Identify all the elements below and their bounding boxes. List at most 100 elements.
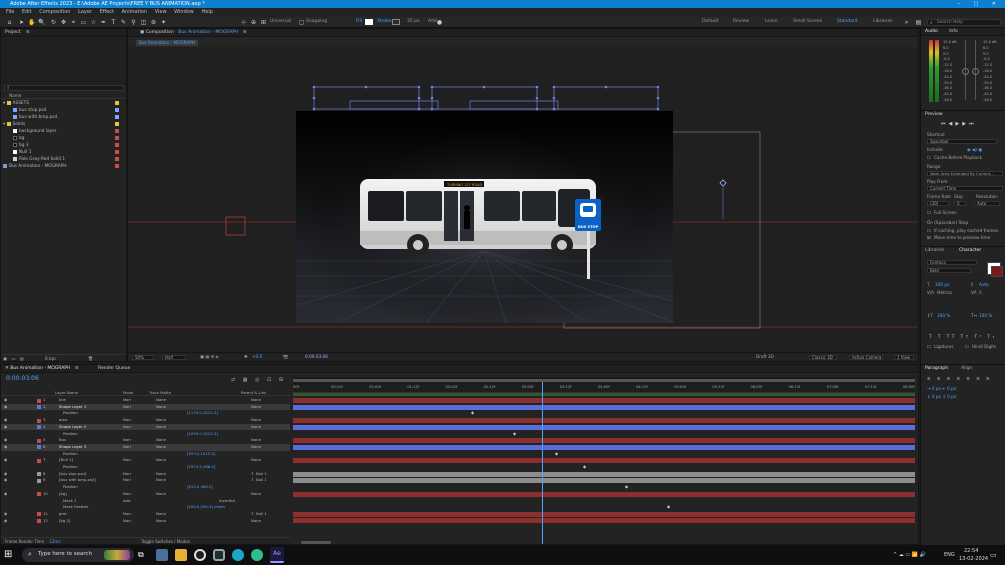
property-value[interactable]: [613.0,466.0]	[187, 484, 213, 491]
visibility-eye-icon[interactable]: ◉	[4, 444, 7, 451]
layer-row[interactable]: ◉ 4 Shape Layer 2 Norr None None	[1, 423, 290, 431]
project-item-solid[interactable]: background layer	[13, 128, 57, 135]
view-layout-dropdown[interactable]: 1 View	[894, 355, 914, 360]
windows-start-icon[interactable]: ⊞	[4, 549, 16, 561]
layer-duration-bar[interactable]	[293, 438, 915, 443]
shortcut-dropdown[interactable]: Spacebar	[927, 139, 997, 144]
font-style-dropdown[interactable]: Bold	[927, 268, 971, 273]
project-item-solid[interactable]: Pale Gray-Red Solid 1	[13, 156, 65, 163]
panel-menu-icon[interactable]: ≡	[26, 30, 30, 35]
parent-link[interactable]: 7. Null 1	[251, 477, 267, 484]
hand-tool-icon[interactable]: ✋	[28, 19, 35, 26]
app-icon[interactable]	[156, 549, 168, 561]
view-axis-icon[interactable]: ⊞	[260, 19, 267, 26]
layer-duration-bar[interactable]	[293, 444, 915, 450]
layer-name[interactable]: Shape Layer 3	[59, 444, 86, 451]
layer-row[interactable]: ◉ 12 [bg 2] Norr None None	[1, 518, 290, 525]
panel-menu-icon[interactable]: ≡	[243, 30, 247, 35]
align-tab[interactable]: Align	[961, 365, 972, 373]
visibility-eye-icon[interactable]: ◉	[4, 518, 7, 525]
local-axis-icon[interactable]: ⊹	[240, 19, 247, 26]
layer-row[interactable]: ◉ 9 [bus with bmp.psd] Norr None 7. Null 1	[1, 477, 290, 484]
preview-tab[interactable]: Preview	[925, 112, 943, 117]
clock-time[interactable]: 22:54	[964, 548, 978, 554]
keyframe-icon[interactable]: ◆	[625, 484, 628, 489]
layer-duration-bar[interactable]	[293, 518, 915, 524]
workspace-learn[interactable]: Learn	[765, 19, 778, 24]
vertical-scale-value[interactable]: 100 %	[937, 313, 950, 318]
layer-duration-bar[interactable]	[293, 471, 915, 477]
parent-link[interactable]: None	[251, 404, 261, 411]
project-item-folder[interactable]: ▾ Solids	[3, 121, 25, 128]
null-anchor-icon[interactable]	[719, 179, 727, 187]
layer-name[interactable]: Mask 1	[63, 498, 76, 505]
after-effects-icon[interactable]: Ae	[270, 547, 284, 563]
clone-stamp-icon[interactable]: ⚲	[130, 19, 137, 26]
menu-view[interactable]: View	[155, 9, 167, 15]
stroke-width[interactable]: 35 px	[407, 19, 420, 24]
font-family-dropdown[interactable]: Fontoca	[927, 260, 977, 265]
parent-link[interactable]: 7. Null 1	[251, 511, 267, 518]
project-item-psd[interactable]: bus stop.psd	[13, 107, 46, 114]
track-matte[interactable]: None	[156, 457, 166, 464]
column-track-matte[interactable]: Track Matte	[149, 390, 171, 396]
world-axis-icon[interactable]: ⊕	[250, 19, 257, 26]
new-folder-icon[interactable]: ▭	[11, 356, 15, 361]
menu-animation[interactable]: Animation	[122, 9, 148, 15]
workspace-default[interactable]: Default	[702, 19, 718, 24]
pen-tool-icon[interactable]: ✒	[100, 19, 107, 26]
clock-date[interactable]: 13-02-2024	[959, 556, 988, 562]
taskbar-search-box[interactable]: ⌕ Type here to search	[22, 548, 134, 562]
rotate-tool-icon[interactable]: ↻	[50, 19, 57, 26]
layer-row[interactable]: ◉ 6 Shape Layer 3 Norr None None	[1, 443, 290, 451]
keyframe-icon[interactable]: ◆	[583, 464, 586, 469]
include-toggles[interactable]: ◉ ◀) ▣	[967, 147, 982, 152]
layer-name[interactable]: area	[59, 417, 67, 424]
composition-breadcrumb[interactable]: Bus Animation - MOGRAPH	[136, 40, 198, 46]
layer-mode[interactable]: Add	[123, 498, 130, 505]
menu-window[interactable]: Window	[174, 9, 194, 15]
character-tab[interactable]: Character	[959, 247, 981, 255]
project-item-folder[interactable]: ▾ ASSETS	[3, 100, 29, 107]
puppet-tool-icon[interactable]: ✦	[160, 19, 167, 26]
layer-mode[interactable]: Norr	[123, 444, 131, 451]
snapping-checkbox[interactable]: ▢	[298, 19, 305, 26]
layer-label-color[interactable]	[37, 445, 41, 450]
layer-mode[interactable]: Norr	[123, 477, 131, 484]
property-row[interactable]: Position [953.0,1012.0]	[1, 451, 290, 458]
property-value[interactable]: [1170.0,1012.0]	[187, 410, 218, 417]
column-parent[interactable]: Parent & Link	[241, 390, 266, 396]
notification-icon[interactable]: ▭	[990, 551, 997, 559]
layer-name[interactable]: line	[59, 397, 66, 404]
region-of-interest-icon[interactable]: ▣ ▦ ⊞ ◈	[200, 354, 219, 359]
layer-duration-bar[interactable]	[293, 424, 915, 430]
app-icon[interactable]	[213, 549, 225, 561]
visibility-eye-icon[interactable]: ◉	[4, 477, 7, 484]
layer-label-color[interactable]	[37, 458, 41, 463]
type-tool-icon[interactable]: T	[110, 19, 117, 26]
edge-browser-icon[interactable]	[232, 549, 244, 561]
layer-name[interactable]: [Null 1]	[59, 457, 73, 464]
timeline-zoom-slider[interactable]	[301, 541, 331, 544]
tracking-value[interactable]: 0	[979, 290, 982, 295]
visibility-eye-icon[interactable]: ◉	[4, 491, 7, 498]
layer-label-color[interactable]	[37, 418, 41, 423]
layer-label-color[interactable]	[37, 405, 41, 410]
track-matte[interactable]: None	[156, 477, 166, 484]
layer-row[interactable]: ◉ 8 [bus stop.psd] Norr None 7. Null 1	[1, 471, 290, 478]
panel-menu-icon[interactable]: ≡	[75, 366, 79, 371]
stroke-swatch[interactable]	[392, 19, 400, 25]
property-value[interactable]: [953.0,1012.0]	[187, 451, 215, 458]
ligatures-checkbox[interactable]: ☐	[927, 344, 931, 349]
text-style-buttons[interactable]: T T TT Tт T¹ T₁	[929, 334, 997, 339]
browser-icon[interactable]	[251, 549, 263, 561]
star-tool-icon[interactable]: ☆	[90, 19, 97, 26]
layer-label-color[interactable]	[37, 398, 41, 403]
layer-name[interactable]: Bus	[59, 437, 66, 444]
layer-mode[interactable]: Norr	[123, 457, 131, 464]
layer-mode[interactable]: Norr	[123, 397, 131, 404]
new-comp-icon[interactable]: ▤	[20, 356, 24, 361]
time-navigator-bar[interactable]	[293, 379, 915, 382]
track-matte[interactable]: Inverted	[219, 498, 235, 505]
eraser-tool-icon[interactable]: ◫	[140, 19, 147, 26]
